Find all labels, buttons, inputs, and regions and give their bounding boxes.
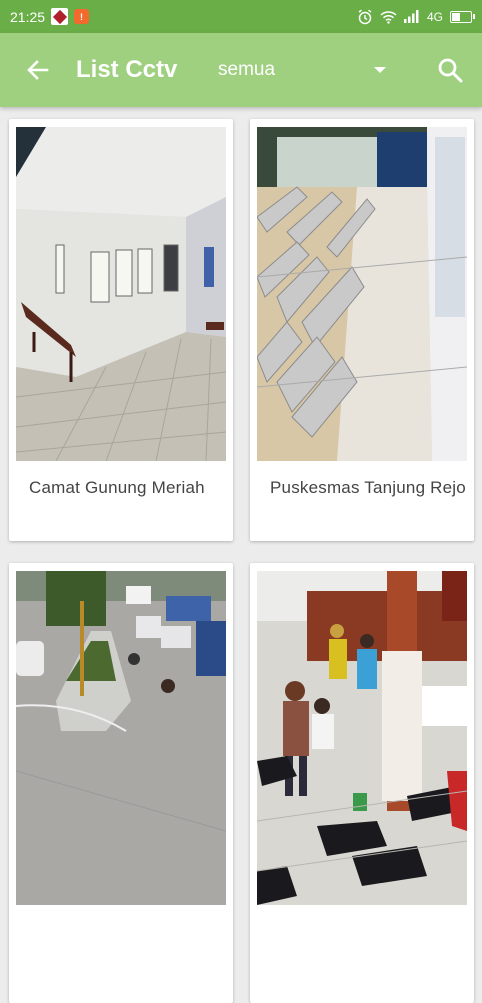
dropdown-caret-icon (374, 67, 386, 73)
search-button[interactable] (418, 33, 482, 107)
cctv-label: Puskesmas Tanjung Rejo (270, 478, 466, 497)
search-icon (438, 58, 463, 83)
cctv-card[interactable] (250, 563, 474, 1003)
category-filter-dropdown[interactable]: semua (218, 59, 386, 81)
cctv-card[interactable]: Camat Gunung Meriah (9, 119, 233, 541)
notification-alert-icon: ! (74, 9, 90, 24)
cctv-thumbnail[interactable] (257, 127, 467, 461)
cctv-card[interactable] (9, 563, 233, 1003)
cctv-thumbnail[interactable] (257, 571, 467, 905)
status-bar: 21:25 ! 4G (0, 0, 482, 33)
battery-icon (450, 10, 475, 23)
wifi-icon (380, 10, 397, 24)
cctv-label: Camat Gunung Meriah (29, 478, 205, 497)
notification-app-icon (51, 8, 69, 25)
cctv-card[interactable]: Puskesmas Tanjung Rejo (250, 119, 474, 541)
cctv-thumbnail[interactable] (16, 571, 226, 905)
page-title: List Cctv (76, 56, 178, 83)
back-arrow-icon (27, 60, 49, 80)
cctv-thumbnail[interactable] (16, 127, 226, 461)
app-bar: List Cctv semua (0, 33, 482, 107)
status-time: 21:25 (10, 8, 46, 25)
network-type: 4G (426, 9, 443, 24)
alarm-icon (358, 9, 372, 24)
back-button[interactable] (0, 33, 76, 107)
filter-value: semua (218, 59, 276, 80)
status-right: 4G (357, 9, 475, 25)
signal-icon (403, 10, 419, 23)
status-left: 21:25 ! (10, 8, 90, 25)
